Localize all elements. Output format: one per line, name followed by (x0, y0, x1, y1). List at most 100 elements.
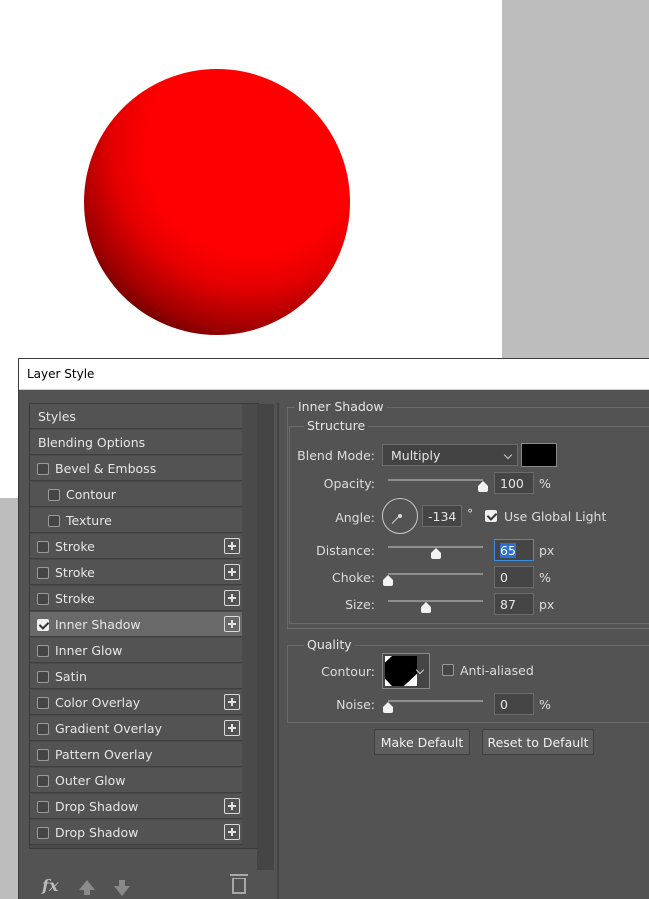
style-checkbox[interactable] (37, 671, 49, 683)
blend-mode-value: Multiply (391, 448, 441, 463)
opacity-value: 100 (500, 476, 524, 491)
style-item-label: Outer Glow (55, 773, 126, 788)
fx-icon[interactable]: fx (42, 876, 58, 895)
style-item-bevel-emboss[interactable]: Bevel & Emboss (30, 456, 242, 481)
panel-divider (277, 403, 279, 899)
blend-mode-select[interactable]: Multiply (382, 444, 518, 466)
opacity-input[interactable]: 100 (494, 472, 534, 494)
red-sphere-layer (84, 69, 350, 335)
style-checkbox[interactable] (37, 541, 49, 553)
size-value: 87 (500, 597, 516, 612)
style-item-outer-glow[interactable]: Outer Glow (30, 768, 242, 793)
trash-icon[interactable] (230, 874, 248, 894)
style-checkbox[interactable] (37, 567, 49, 579)
style-checkbox[interactable] (37, 827, 49, 839)
style-item-label: Stroke (55, 539, 95, 554)
style-checkbox[interactable] (37, 593, 49, 605)
contour-preview-icon (385, 656, 417, 686)
noise-unit: % (539, 697, 551, 712)
style-checkbox[interactable] (37, 645, 49, 657)
style-item-drop-shadow[interactable]: Drop Shadow (30, 820, 242, 845)
style-item-inner-shadow[interactable]: Inner Shadow (30, 612, 242, 637)
style-item-contour[interactable]: Contour (30, 482, 242, 507)
distance-input[interactable]: 65 (494, 539, 534, 561)
choke-slider-thumb[interactable] (383, 575, 393, 586)
add-style-plus-icon[interactable] (224, 798, 240, 814)
style-checkbox[interactable] (37, 775, 49, 787)
style-checkbox[interactable] (37, 463, 49, 475)
style-item-satin[interactable]: Satin (30, 664, 242, 689)
style-item-label: Drop Shadow (55, 825, 139, 840)
style-item-styles[interactable]: Styles (30, 404, 242, 429)
style-item-label: Pattern Overlay (55, 747, 153, 762)
noise-slider-thumb[interactable] (383, 702, 393, 713)
make-default-button[interactable]: Make Default (374, 729, 470, 755)
distance-slider-thumb[interactable] (430, 548, 441, 559)
pasteboard (502, 0, 649, 360)
size-unit: px (539, 597, 555, 612)
size-label: Size: (345, 597, 375, 612)
style-item-stroke[interactable]: Stroke (30, 560, 242, 585)
style-item-label: Contour (66, 487, 116, 502)
angle-label: Angle: (335, 510, 375, 525)
dialog-title: Layer Style (27, 367, 95, 381)
add-style-plus-icon[interactable] (224, 694, 240, 710)
size-slider-thumb[interactable] (421, 602, 431, 613)
use-global-light-checkbox[interactable] (485, 510, 497, 522)
style-checkbox[interactable] (37, 619, 49, 631)
style-item-label: Stroke (55, 565, 95, 580)
noise-input[interactable]: 0 (494, 693, 534, 715)
style-checkbox[interactable] (37, 749, 49, 761)
style-item-blending-options[interactable]: Blending Options (30, 430, 242, 455)
add-style-plus-icon[interactable] (224, 538, 240, 554)
dialog-titlebar: Layer Style (19, 359, 649, 390)
style-item-label: Color Overlay (55, 695, 141, 710)
style-checkbox[interactable] (48, 489, 60, 501)
chevron-down-icon (503, 450, 513, 460)
style-item-stroke[interactable]: Stroke (30, 586, 242, 611)
style-checkbox[interactable] (37, 697, 49, 709)
size-slider-track[interactable] (388, 600, 483, 602)
angle-input[interactable]: -134 (422, 505, 462, 527)
size-input[interactable]: 87 (494, 593, 534, 615)
style-item-stroke[interactable]: Stroke (30, 534, 242, 559)
choke-label: Choke: (332, 570, 375, 585)
style-item-label: Inner Glow (55, 643, 123, 658)
style-item-label: Texture (66, 513, 112, 528)
shadow-color-swatch[interactable] (521, 443, 557, 467)
blend-mode-label: Blend Mode: (297, 448, 375, 463)
noise-value: 0 (500, 697, 508, 712)
layer-style-dialog: Layer Style Styles Blending Options Bevel … (18, 358, 649, 899)
style-item-gradient-overlay[interactable]: Gradient Overlay (30, 716, 242, 741)
style-item-texture[interactable]: Texture (30, 508, 242, 533)
choke-input[interactable]: 0 (494, 566, 534, 588)
styles-list-scrollbar[interactable] (257, 404, 274, 870)
use-global-light-label: Use Global Light (504, 509, 607, 524)
opacity-slider-thumb[interactable] (478, 481, 488, 492)
style-item-drop-shadow[interactable]: Drop Shadow (30, 794, 242, 819)
add-style-plus-icon[interactable] (224, 720, 240, 736)
structure-title: Structure (304, 418, 369, 433)
angle-dial[interactable] (382, 498, 418, 534)
style-item-label: Bevel & Emboss (55, 461, 157, 476)
style-checkbox[interactable] (37, 801, 49, 813)
style-item-label: Satin (55, 669, 87, 684)
contour-picker[interactable] (382, 653, 430, 689)
reset-to-default-button[interactable]: Reset to Default (482, 729, 594, 755)
style-item-color-overlay[interactable]: Color Overlay (30, 690, 242, 715)
add-style-plus-icon[interactable] (224, 616, 240, 632)
opacity-slider-track[interactable] (388, 479, 483, 481)
style-checkbox[interactable] (48, 515, 60, 527)
angle-value: -134 (428, 509, 457, 524)
style-item-pattern-overlay[interactable]: Pattern Overlay (30, 742, 242, 767)
noise-slider-track[interactable] (388, 700, 483, 702)
style-item-label: Gradient Overlay (55, 721, 162, 736)
add-style-plus-icon[interactable] (224, 564, 240, 580)
add-style-plus-icon[interactable] (224, 590, 240, 606)
chevron-down-icon (415, 665, 425, 675)
add-style-plus-icon[interactable] (224, 824, 240, 840)
anti-aliased-checkbox[interactable] (442, 664, 454, 676)
style-checkbox[interactable] (37, 723, 49, 735)
choke-slider-track[interactable] (388, 573, 483, 575)
style-item-inner-glow[interactable]: Inner Glow (30, 638, 242, 663)
